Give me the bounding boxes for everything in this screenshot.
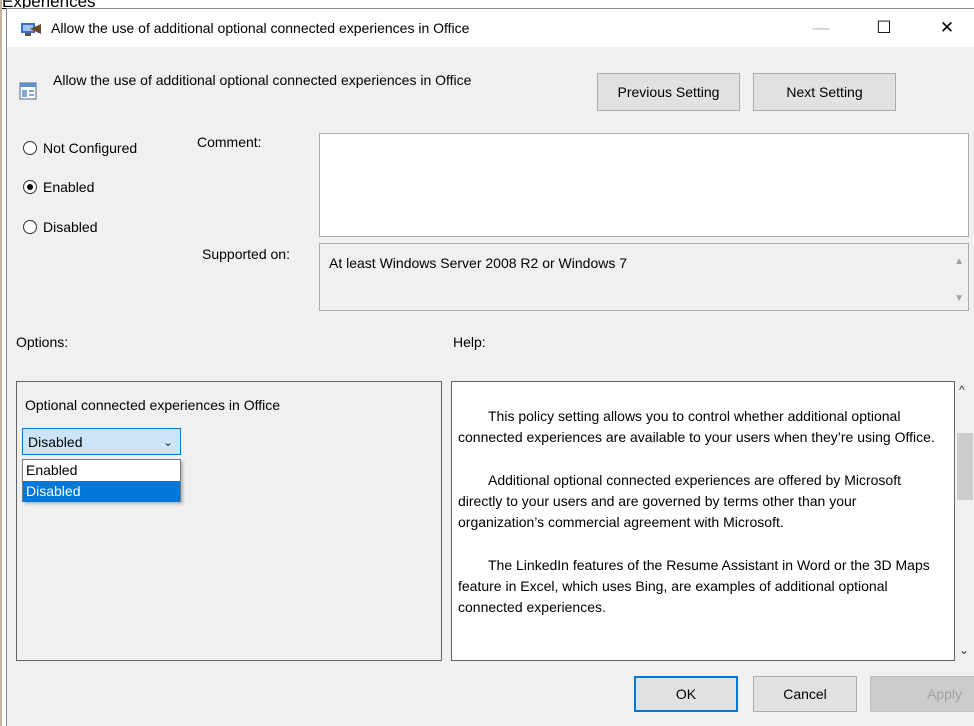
supported-on-label: Supported on: [202, 246, 290, 262]
next-setting-button[interactable]: Next Setting [753, 73, 896, 111]
dropdown-option-disabled[interactable]: Disabled [23, 481, 180, 502]
radio-label: Disabled [43, 219, 98, 235]
ok-button[interactable]: OK [634, 676, 738, 712]
radio-label: Not Configured [43, 140, 138, 156]
options-label: Options: [16, 334, 69, 350]
previous-setting-button[interactable]: Previous Setting [597, 73, 740, 111]
scroll-up-icon[interactable]: ^ [959, 383, 965, 397]
comment-field[interactable] [319, 133, 969, 237]
radio-circle[interactable] [23, 220, 37, 234]
radio-circle[interactable] [23, 141, 37, 155]
maximize-button[interactable]: ☐ [862, 9, 906, 47]
scroll-down-icon[interactable]: ▼ [954, 293, 964, 304]
chevron-down-icon[interactable]: ⌄ [163, 435, 173, 449]
dropdown-selected-value: Disabled [28, 433, 83, 450]
background-window-edge [0, 0, 2, 726]
scroll-up-icon[interactable]: ▲ [954, 256, 964, 267]
help-label: Help: [453, 334, 486, 350]
connected-experiences-label: Optional connected experiences in Office [25, 397, 281, 413]
policy-setting-icon [19, 82, 37, 100]
radio-circle-selected[interactable] [23, 180, 37, 194]
apply-button[interactable]: Apply [870, 676, 974, 712]
scrollbar-thumb[interactable] [957, 433, 973, 500]
options-panel: Optional connected experiences in Office… [16, 381, 442, 661]
close-button[interactable]: ✕ [925, 9, 969, 47]
help-scrollbar[interactable]: ^ ⌄ [955, 381, 974, 661]
group-policy-app-icon [21, 23, 41, 36]
help-text: This policy setting allows you to contro… [458, 406, 942, 640]
dropdown-list: Enabled Disabled [22, 459, 181, 502]
comment-label: Comment: [197, 134, 262, 150]
help-paragraph: Additional optional connected experience… [458, 472, 901, 530]
dropdown-option-enabled[interactable]: Enabled [23, 460, 180, 481]
cancel-button[interactable]: Cancel [753, 676, 857, 712]
radio-disabled[interactable]: Disabled [23, 219, 97, 235]
minimize-button[interactable]: — [799, 9, 843, 47]
supported-on-field: At least Windows Server 2008 R2 or Windo… [319, 243, 969, 311]
help-paragraph: This policy setting allows you to contro… [458, 408, 935, 445]
supported-on-value: At least Windows Server 2008 R2 or Windo… [329, 255, 628, 271]
window-title: Allow the use of additional optional con… [51, 20, 470, 36]
help-paragraph: The LinkedIn features of the Resume Assi… [458, 557, 930, 615]
title-bar: Allow the use of additional optional con… [7, 9, 974, 47]
radio-enabled[interactable]: Enabled [23, 179, 94, 195]
scroll-down-icon[interactable]: ⌄ [959, 643, 969, 657]
help-panel: This policy setting allows you to contro… [451, 381, 955, 661]
radio-label: Enabled [43, 179, 95, 195]
radio-not-configured[interactable]: Not Configured [23, 140, 137, 156]
policy-dialog: Allow the use of additional optional con… [6, 8, 974, 726]
policy-title: Allow the use of additional optional con… [53, 72, 472, 88]
connected-experiences-dropdown[interactable]: Disabled ⌄ [22, 428, 181, 455]
